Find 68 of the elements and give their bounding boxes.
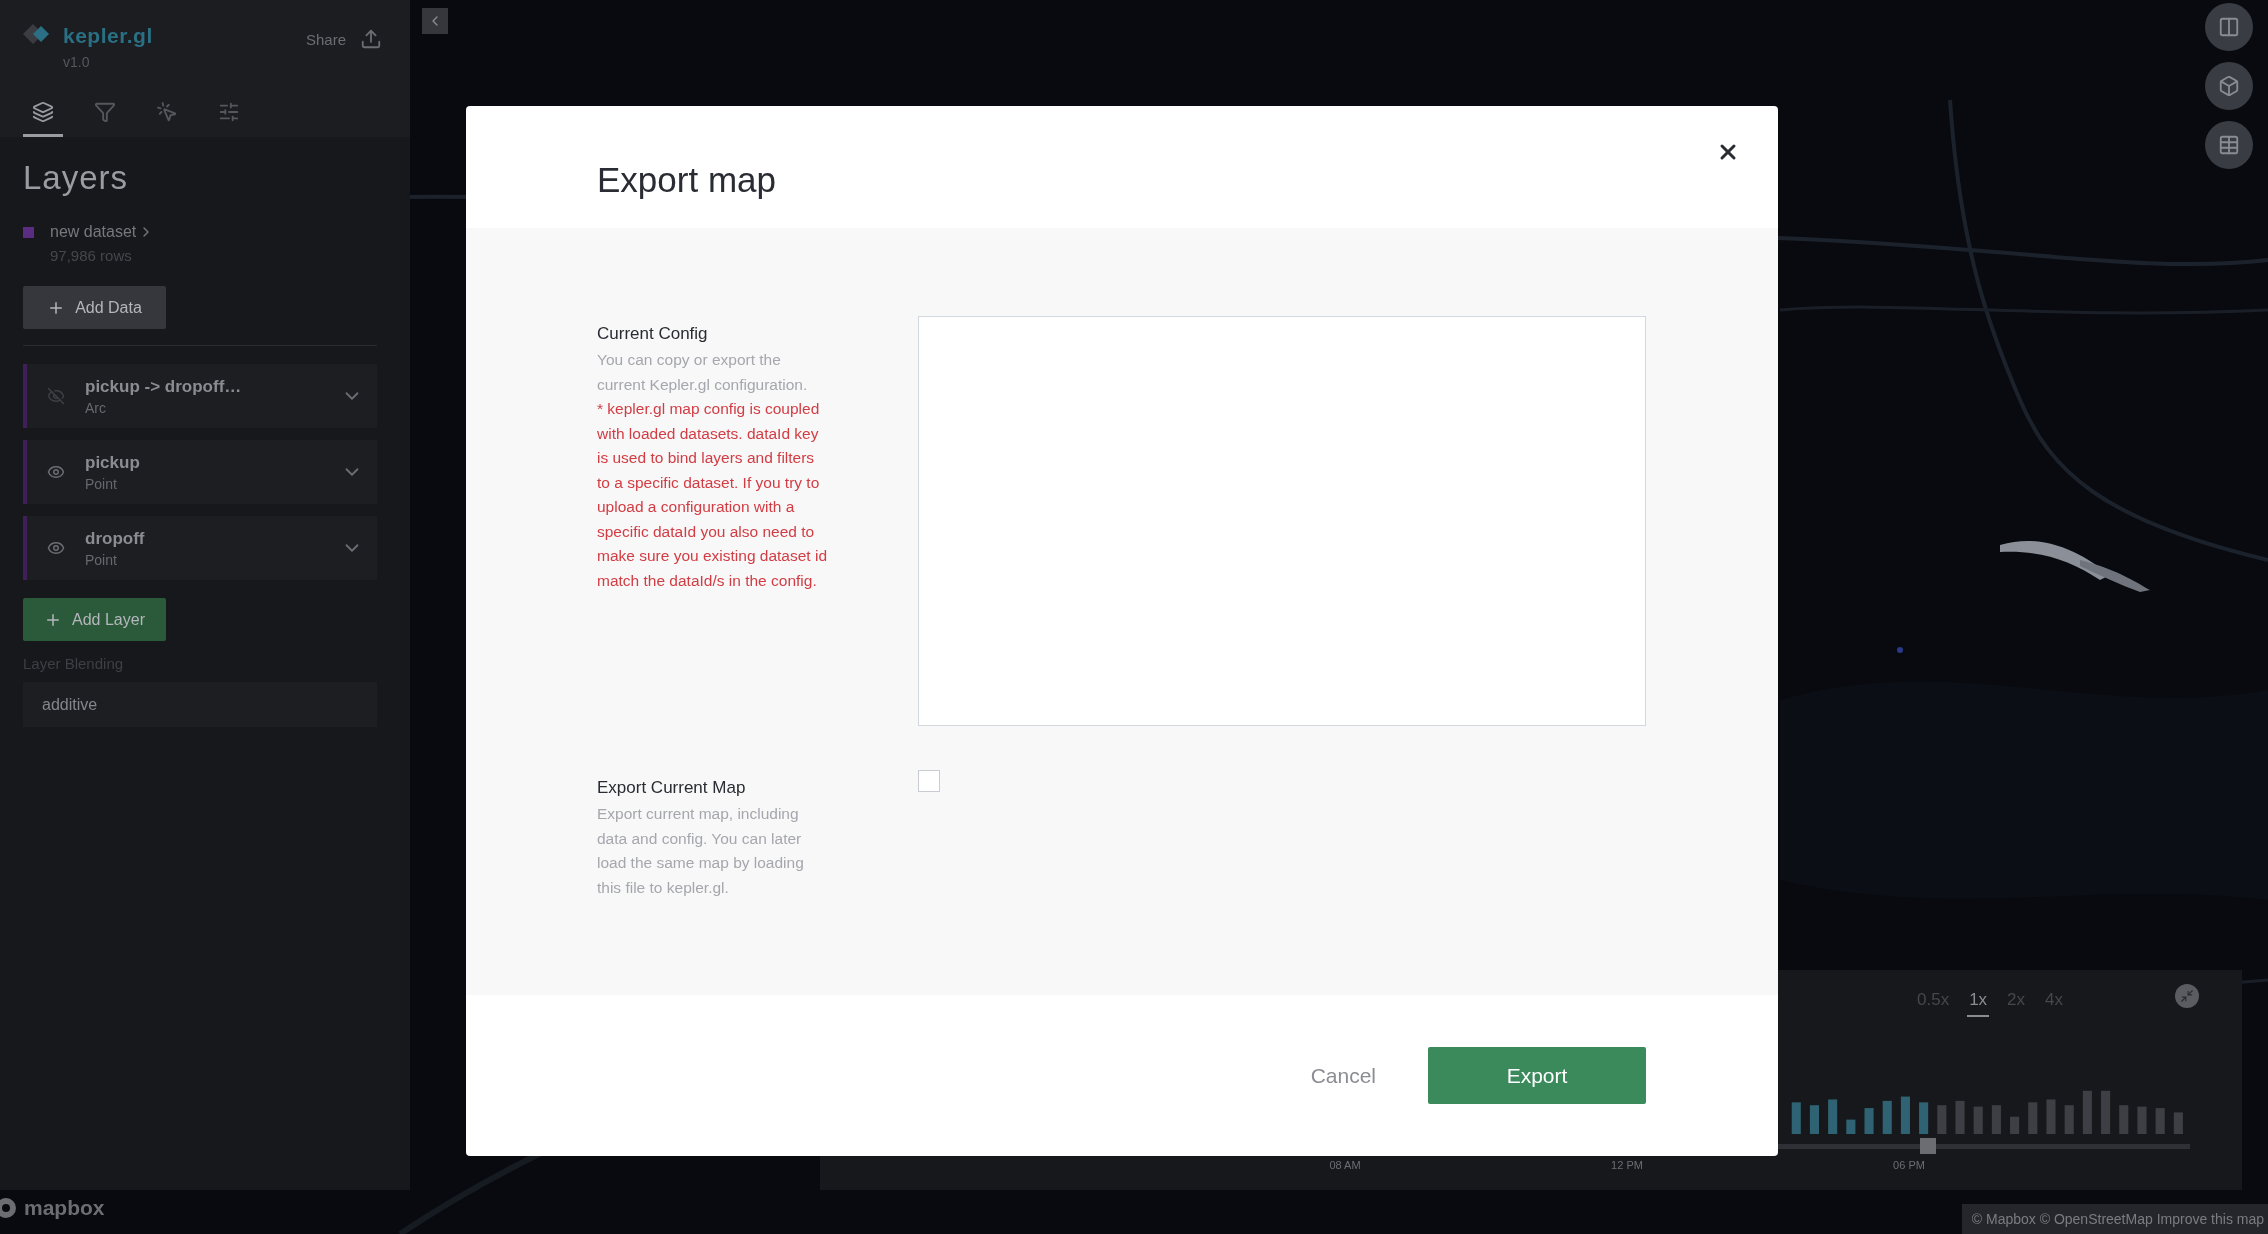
- layer-type: Point: [85, 475, 118, 492]
- app-logo-text: kepler.gl: [63, 24, 153, 48]
- map-attribution: © Mapbox © OpenStreetMap Improve this map: [1961, 1204, 2268, 1234]
- section-description: You can copy or export the current Kepler.gl configuration.: [597, 350, 809, 395]
- histogram-bar: [2155, 1108, 2165, 1134]
- histogram-bar: [2101, 1090, 2111, 1134]
- histogram-bar: [1973, 1106, 1983, 1134]
- histogram-bar: [1955, 1100, 1965, 1134]
- histogram-bar: [1809, 1105, 1819, 1134]
- sliders-icon: [218, 100, 240, 124]
- time-tick-label: 08 AM: [1329, 1159, 1361, 1171]
- sidebar-tab[interactable]: [23, 100, 63, 137]
- panel-title: Layers: [23, 159, 130, 197]
- warning-note: * kepler.gl map config is coupled with loaded datasets. dataId key is used to bind layers and filters to a specific dataset. If you try to upload a configuration with a specific dataId you also need to make sure you existing dataset id match the dataId/s in the config.: [597, 399, 829, 591]
- cube-icon: [2218, 75, 2240, 97]
- histogram-bar: [1937, 1105, 1947, 1134]
- histogram-bar: [2119, 1105, 2129, 1134]
- layers-icon: [32, 100, 54, 124]
- layer-type: Point: [85, 551, 118, 568]
- histogram-bar: [2028, 1102, 2038, 1134]
- histogram-bar: [1846, 1119, 1856, 1134]
- section-title: Export Current Map: [597, 778, 747, 798]
- histogram-bar: [1991, 1105, 2001, 1134]
- layer-name: pickup: [85, 452, 141, 473]
- mapbox-wordmark: mapbox: [24, 1196, 105, 1220]
- cursor-icon: [156, 100, 178, 124]
- slider-thumb[interactable]: [1920, 1138, 1936, 1154]
- mapbox-logo[interactable]: mapbox: [0, 1196, 105, 1220]
- dataset-name[interactable]: new dataset: [50, 223, 155, 241]
- layer-type: Arc: [85, 399, 107, 416]
- histogram-bar: [2137, 1106, 2147, 1134]
- table-icon: [2218, 134, 2240, 156]
- histogram-bar: [1919, 1102, 1929, 1134]
- histogram-bar: [2046, 1099, 2056, 1134]
- export-checkbox[interactable]: [918, 770, 940, 792]
- add-layer-button[interactable]: Add Layer: [23, 598, 166, 641]
- add-data-button[interactable]: Add Data: [23, 286, 166, 329]
- collapse-arrows-icon: [2180, 989, 2194, 1003]
- layer-name: dropoff: [85, 528, 146, 549]
- histogram-bar: [2082, 1090, 2092, 1134]
- layer-name: pickup -> dropoff…: [85, 376, 243, 397]
- layer-panel[interactable]: dropoff Point: [23, 516, 377, 580]
- layer-panel[interactable]: pickup -> dropoff… Arc: [23, 364, 377, 428]
- histogram-bar: [2010, 1116, 2020, 1134]
- dialog-title: Export map: [597, 160, 777, 200]
- time-tick-label: 12 PM: [1611, 1159, 1643, 1171]
- histogram-bar: [1791, 1102, 1801, 1134]
- export-button[interactable]: Export: [1428, 1047, 1646, 1104]
- histogram-bar: [1828, 1099, 1838, 1134]
- upload-icon: [360, 28, 382, 50]
- histogram-bar: [1882, 1100, 1892, 1134]
- time-tick-label: 06 PM: [1893, 1159, 1925, 1171]
- collapse-button[interactable]: [422, 8, 448, 34]
- histogram-bar: [2173, 1112, 2183, 1134]
- speed-option[interactable]: 1x: [1967, 990, 1990, 1017]
- histogram-bar: [2064, 1105, 2074, 1134]
- expand-button[interactable]: [2175, 984, 2199, 1008]
- version-label: v1.0: [63, 54, 91, 70]
- section-title: Current Config: [597, 324, 709, 344]
- share-button[interactable]: Share: [305, 24, 382, 54]
- histogram-bar: [1900, 1096, 1910, 1134]
- blending-select[interactable]: additive: [23, 682, 377, 727]
- layer-panel[interactable]: pickup Point: [23, 440, 377, 504]
- histogram-bar: [1864, 1108, 1874, 1134]
- cancel-button[interactable]: Cancel: [1310, 1053, 1376, 1098]
- section-description: Export current map, including data and config. You can later load the same map by loading this file to kepler.gl.: [597, 804, 805, 898]
- columns-icon: [2218, 16, 2240, 38]
- filter-icon: [94, 100, 116, 124]
